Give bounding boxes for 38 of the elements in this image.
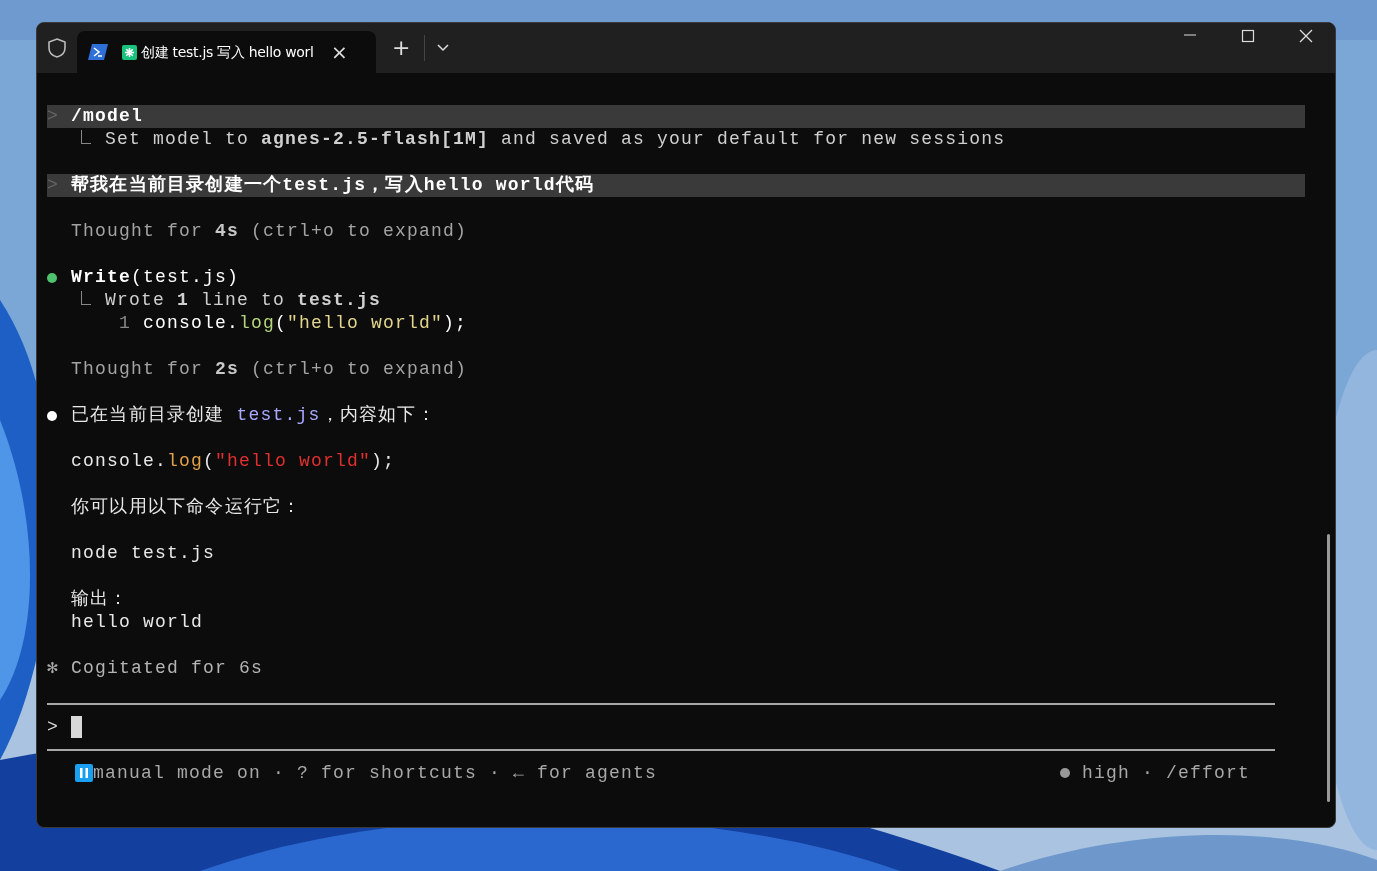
message-text: 你可以用以下命令运行它： (71, 496, 302, 519)
shield-icon[interactable] (48, 38, 66, 58)
prompt-marker: > (47, 105, 59, 128)
message-text: node test.js (71, 542, 216, 565)
code-text: console.log("hello world"); (71, 450, 396, 473)
message-text: 输出： (71, 588, 129, 611)
text-cursor (71, 716, 82, 738)
terminal-icon (88, 44, 108, 60)
footer-hints: manual mode on · ? for shortcuts · ← for agents (93, 761, 658, 785)
code-text: console.log("hello world"); (143, 312, 468, 335)
status-text: Cogitated for 6s (71, 657, 264, 680)
thought-text: Thought for 4s (ctrl+o to expand) (71, 220, 468, 243)
terminal-tab[interactable]: 创建 test.js 写入 hello worl × (77, 31, 376, 73)
chevron-down-icon[interactable] (437, 44, 450, 52)
close-icon[interactable] (1299, 29, 1313, 43)
pause-icon (75, 764, 93, 782)
new-tab-button[interactable]: + (392, 31, 411, 64)
scrollbar[interactable] (1327, 534, 1330, 802)
spinner-symbol: ✻ (47, 657, 60, 680)
effort-dot-icon (1059, 768, 1070, 778)
tool-call-text: Write(test.js) (71, 266, 240, 289)
result-text: Wrote 1 line to test.js (105, 289, 382, 312)
prompt-text: /model (71, 105, 143, 128)
branch-icon (81, 290, 91, 305)
prompt-marker: > (47, 174, 59, 197)
line-number: 1 (119, 312, 131, 335)
message-text: hello world (71, 611, 204, 634)
prompt-marker: > (47, 715, 59, 739)
branch-icon (81, 129, 91, 144)
maximize-icon[interactable] (1241, 29, 1255, 43)
prompt-text: 帮我在当前目录创建一个test.js，写入hello world代码 (71, 174, 595, 197)
message-text: 已在当前目录创建 test.js，内容如下： (71, 404, 436, 427)
close-tab-button[interactable]: × (331, 37, 348, 67)
app-icon (122, 44, 137, 60)
effort-text: high · /effort (1081, 761, 1250, 785)
result-text: Set model to agnes-2.5-flash[1M] and saved as your default for new sessions (105, 128, 1006, 151)
tab-title: 创建 test.js 写入 hello worl (141, 42, 315, 62)
thought-text: Thought for 2s (ctrl+o to expand) (71, 358, 468, 381)
